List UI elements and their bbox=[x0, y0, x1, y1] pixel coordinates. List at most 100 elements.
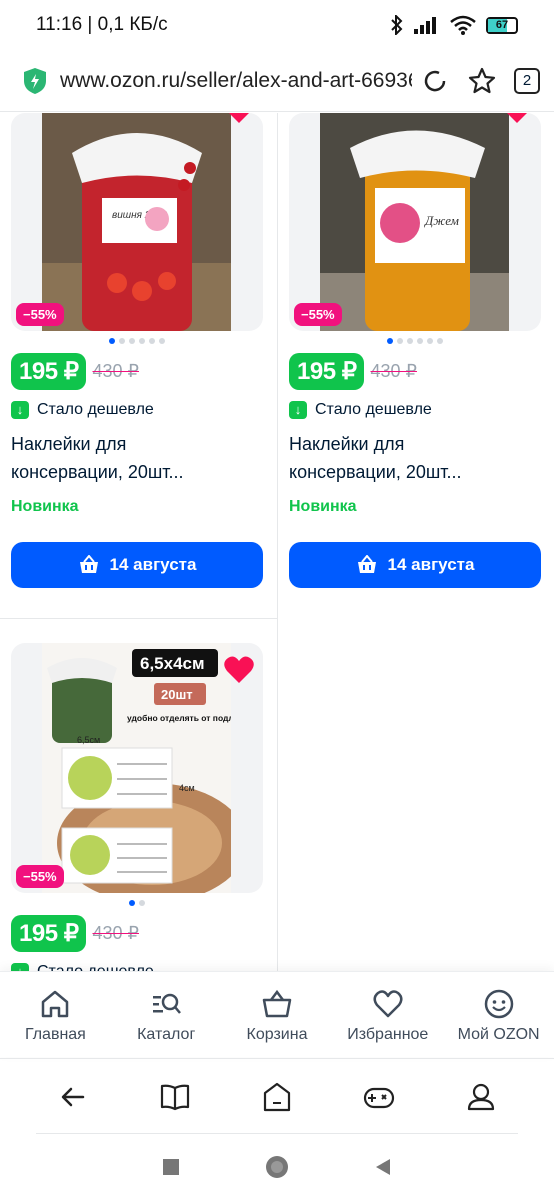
pagination-dot bbox=[149, 338, 155, 344]
price-drop-text: Стало дешевле bbox=[37, 963, 154, 971]
new-badge: Новинка bbox=[289, 498, 357, 515]
pagination-dot bbox=[139, 338, 145, 344]
price-row: 195 ₽ 430 ₽ bbox=[11, 915, 263, 952]
pagination-dot bbox=[109, 338, 115, 344]
status-time: 11:16 | 0,1 КБ/с bbox=[36, 14, 168, 35]
old-price: 430 ₽ bbox=[92, 923, 139, 943]
bluetooth-icon bbox=[391, 15, 403, 35]
bottom-navigation: Главная Каталог Корзина Избранное Мой OZ… bbox=[0, 971, 554, 1057]
price: 195 ₽ bbox=[11, 353, 87, 390]
nav-favorites[interactable]: Избранное bbox=[332, 972, 443, 1057]
delivery-date: 14 августа bbox=[109, 555, 197, 574]
image-pagination bbox=[11, 900, 263, 906]
pagination-dot bbox=[437, 338, 443, 344]
pagination-dot bbox=[139, 900, 145, 906]
pagination-dot bbox=[427, 338, 433, 344]
battery-icon: 67 bbox=[486, 16, 518, 34]
shield-icon bbox=[24, 67, 46, 94]
pagination-dot bbox=[417, 338, 423, 344]
price-drop-text: Стало дешевле bbox=[315, 401, 432, 418]
home-icon bbox=[42, 990, 69, 1018]
product-photo: 6,5х4см 20шт удобно отделять от подложки… bbox=[42, 643, 231, 893]
price-drop-label: Стало дешевле bbox=[289, 401, 541, 419]
profile-smile-icon bbox=[484, 989, 513, 1019]
recents-square-icon[interactable] bbox=[161, 1157, 181, 1177]
add-to-cart-button[interactable]: 14 августа bbox=[289, 542, 541, 588]
pagination-dot bbox=[129, 338, 135, 344]
heart-icon bbox=[373, 990, 403, 1018]
pagination-dot bbox=[119, 338, 125, 344]
price-drop-label: Стало дешевле bbox=[11, 963, 263, 971]
product-image[interactable]: вишня 2023 −55% bbox=[11, 113, 263, 331]
cart-icon bbox=[79, 555, 98, 573]
pagination-dot bbox=[407, 338, 413, 344]
book-icon[interactable] bbox=[159, 1081, 191, 1113]
jar-label-text: Джем bbox=[423, 213, 459, 228]
product-card[interactable]: вишня 2023 −55% 195 ₽ 430 ₽ Стало дешевл… bbox=[11, 113, 263, 588]
pagination-dot bbox=[387, 338, 393, 344]
system-navigation bbox=[0, 1134, 554, 1200]
peel-note: удобно отделять от подложки bbox=[127, 713, 231, 723]
discount-badge: −55% bbox=[294, 303, 342, 326]
browser-toolbar bbox=[0, 1058, 554, 1134]
price-drop-text: Стало дешевле bbox=[37, 401, 154, 418]
status-bar: 11:16 | 0,1 КБ/с 67 bbox=[0, 0, 554, 50]
cart-icon bbox=[357, 555, 376, 573]
height-label: 4см bbox=[179, 783, 195, 793]
new-badge: Новинка bbox=[11, 498, 79, 515]
reload-icon[interactable] bbox=[422, 67, 450, 95]
image-pagination bbox=[289, 338, 541, 344]
price-row: 195 ₽ 430 ₽ bbox=[289, 353, 541, 390]
price-drop-label: Стало дешевле bbox=[11, 401, 263, 419]
discount-badge: −55% bbox=[16, 865, 64, 888]
grid-divider bbox=[277, 113, 278, 971]
catalog-search-icon bbox=[153, 993, 182, 1014]
home-circle-icon[interactable] bbox=[264, 1154, 290, 1180]
pagination-dot bbox=[159, 338, 165, 344]
account-icon[interactable] bbox=[465, 1081, 497, 1113]
cart-icon bbox=[262, 989, 292, 1018]
favorite-heart-icon[interactable] bbox=[223, 655, 255, 685]
price-down-icon bbox=[11, 963, 29, 971]
favorite-heart-icon[interactable] bbox=[223, 113, 255, 125]
discount-badge: −55% bbox=[16, 303, 64, 326]
delivery-date: 14 августа bbox=[387, 555, 475, 574]
product-image[interactable]: Джем −55% bbox=[289, 113, 541, 331]
address-bar: www.ozon.ru/seller/alex-and-art-66936 2 bbox=[0, 50, 554, 112]
product-card[interactable]: Джем −55% 195 ₽ 430 ₽ Стало дешевле Накл… bbox=[289, 113, 541, 588]
price-down-icon bbox=[11, 401, 29, 419]
price: 195 ₽ bbox=[289, 353, 365, 390]
price: 195 ₽ bbox=[11, 915, 87, 952]
gamepad-icon[interactable] bbox=[363, 1081, 395, 1113]
old-price: 430 ₽ bbox=[370, 361, 417, 381]
size-tag: 6,5х4см bbox=[140, 654, 205, 673]
product-card[interactable]: 6,5х4см 20шт удобно отделять от подложки… bbox=[11, 643, 263, 971]
favorite-heart-icon[interactable] bbox=[501, 113, 533, 125]
back-triangle-icon[interactable] bbox=[373, 1157, 393, 1177]
width-label: 6,5см bbox=[77, 735, 100, 745]
browser-home-icon[interactable] bbox=[261, 1081, 293, 1113]
price-down-icon bbox=[289, 401, 307, 419]
product-image[interactable]: 6,5х4см 20шт удобно отделять от подложки… bbox=[11, 643, 263, 893]
nav-my-ozon[interactable]: Мой OZON bbox=[443, 972, 554, 1057]
add-to-cart-button[interactable]: 14 августа bbox=[11, 542, 263, 588]
url-field[interactable]: www.ozon.ru/seller/alex-and-art-66936 bbox=[60, 69, 412, 93]
wifi-icon bbox=[450, 15, 476, 35]
pagination-dot bbox=[397, 338, 403, 344]
signal-icon bbox=[414, 17, 436, 34]
star-icon[interactable] bbox=[468, 67, 496, 95]
tabs-count-button[interactable]: 2 bbox=[514, 67, 540, 94]
nav-cart[interactable]: Корзина bbox=[222, 972, 333, 1057]
price-row: 195 ₽ 430 ₽ bbox=[11, 353, 263, 390]
back-arrow-icon[interactable] bbox=[57, 1081, 89, 1113]
product-grid: вишня 2023 −55% 195 ₽ 430 ₽ Стало дешевл… bbox=[0, 113, 554, 971]
nav-home[interactable]: Главная bbox=[0, 972, 111, 1057]
product-title[interactable]: Наклейки для консервации, 20шт... bbox=[289, 430, 541, 486]
product-photo: вишня 2023 bbox=[42, 113, 231, 331]
pagination-dot bbox=[129, 900, 135, 906]
nav-catalog[interactable]: Каталог bbox=[111, 972, 222, 1057]
grid-divider bbox=[0, 618, 277, 619]
count-tag: 20шт bbox=[161, 687, 193, 702]
product-title[interactable]: Наклейки для консервации, 20шт... bbox=[11, 430, 263, 486]
old-price: 430 ₽ bbox=[92, 361, 139, 381]
